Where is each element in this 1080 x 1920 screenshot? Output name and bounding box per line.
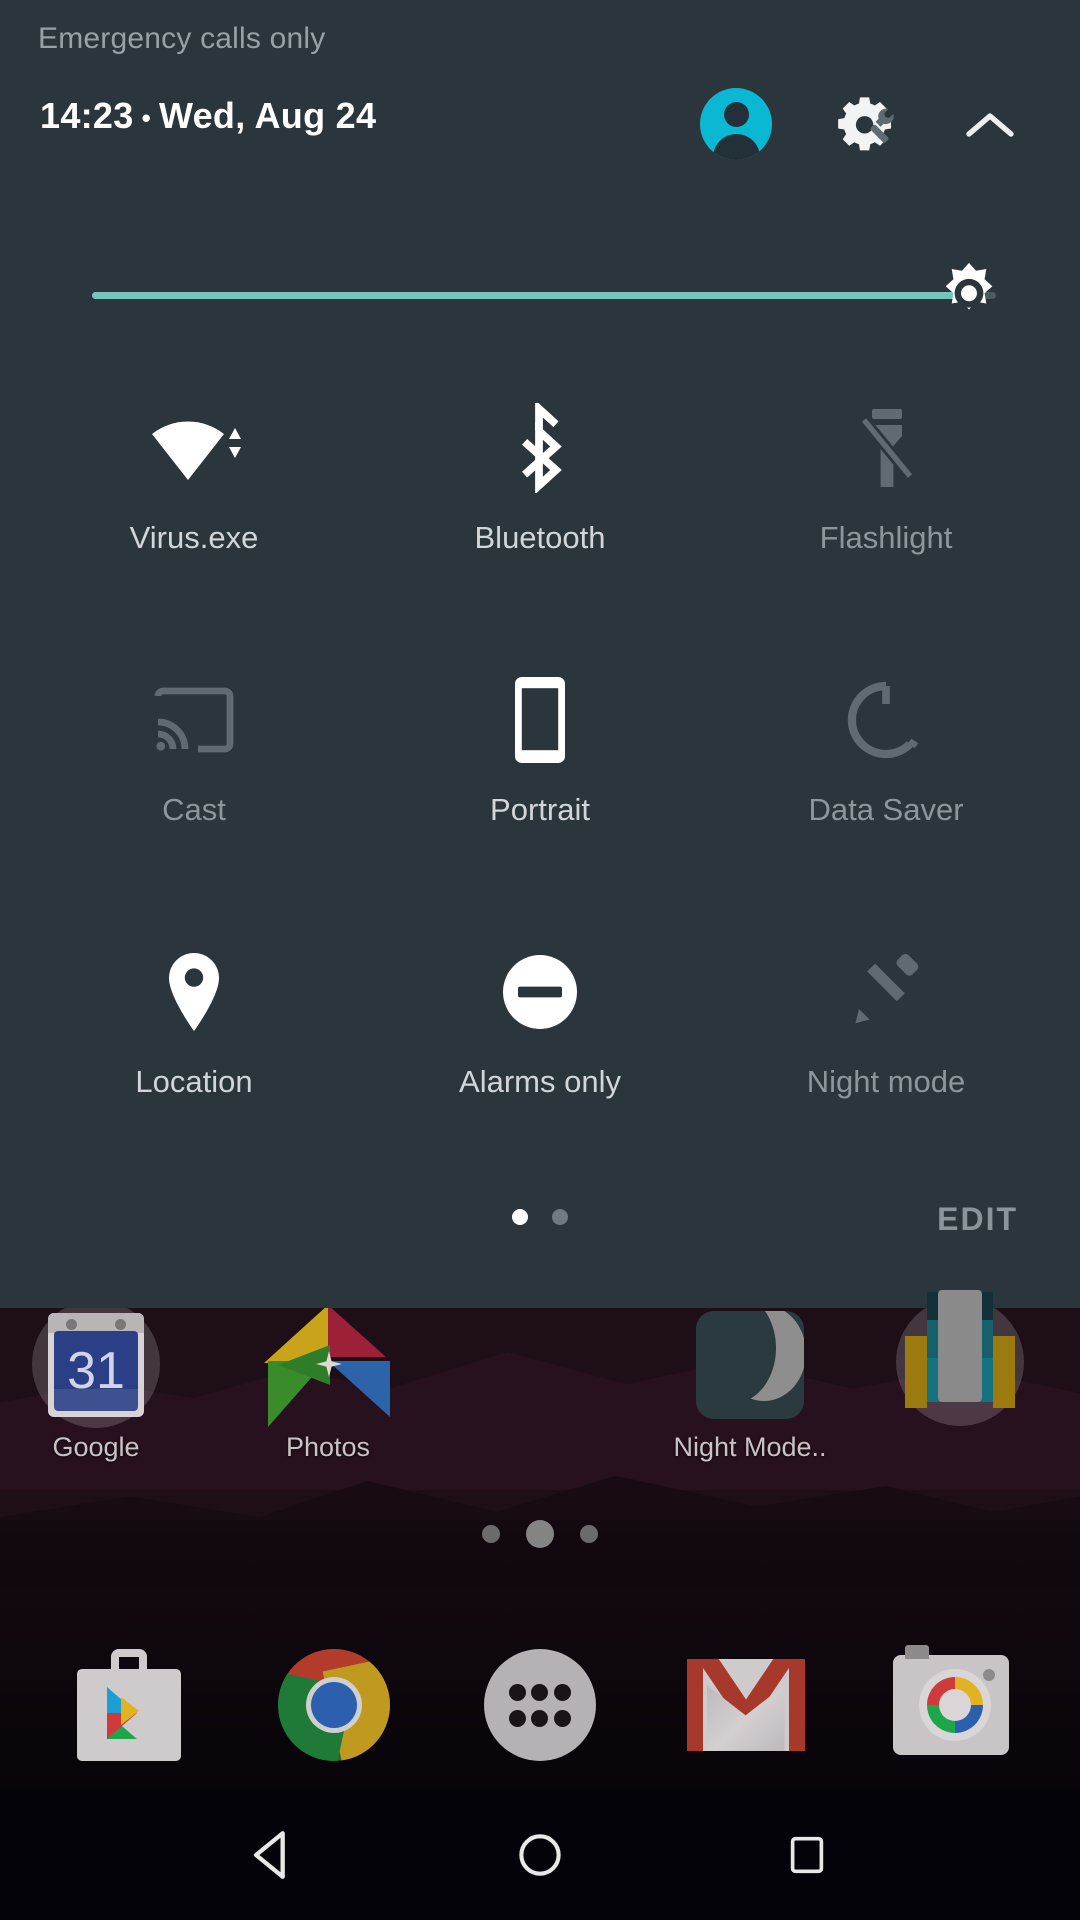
night-mode-moon-icon bbox=[650, 1300, 850, 1430]
app-drawer-icon bbox=[483, 1649, 596, 1761]
home-app-unknown[interactable] bbox=[860, 1290, 1060, 1432]
brightness-fill bbox=[92, 292, 969, 299]
qs-page-dot[interactable] bbox=[552, 1209, 568, 1225]
tile-location[interactable]: Location bbox=[14, 944, 374, 1100]
home-page-dot bbox=[580, 1525, 598, 1543]
tile-label: Bluetooth bbox=[474, 520, 606, 555]
home-page-indicator bbox=[0, 1520, 1080, 1548]
quick-settings-tile-grid: Virus.exe Bluetooth Flashlight Cast Port… bbox=[0, 400, 1080, 1216]
brightness-sun-icon bbox=[945, 262, 993, 310]
home-icon bbox=[519, 1834, 561, 1876]
home-app-label: Night Mode.. bbox=[673, 1432, 827, 1462]
phone-screen: 31 Google Photos Night Mode.. Emergency … bbox=[0, 0, 1080, 1920]
quick-settings-footer: EDIT bbox=[0, 1195, 1080, 1265]
tile-row: Location Alarms only Night mode bbox=[0, 944, 1080, 1216]
home-app-photos[interactable]: Photos bbox=[228, 1300, 428, 1463]
home-app-label: Photos bbox=[285, 1432, 371, 1462]
user-avatar[interactable] bbox=[700, 88, 772, 160]
wifi-icon bbox=[144, 400, 244, 496]
tile-label: Alarms only bbox=[459, 1064, 621, 1099]
tile-bluetooth[interactable]: Bluetooth bbox=[360, 400, 720, 556]
edit-button[interactable]: EDIT bbox=[937, 1201, 1018, 1238]
status-bar-carrier: Emergency calls only bbox=[38, 22, 326, 55]
rotation-portrait-icon bbox=[511, 672, 569, 768]
tile-night-mode[interactable]: Night mode bbox=[706, 944, 1066, 1100]
home-dock bbox=[0, 1620, 1080, 1790]
chrome-icon bbox=[278, 1649, 391, 1761]
play-store-icon bbox=[76, 1649, 181, 1761]
colorful-blocks-icon bbox=[860, 1290, 1060, 1430]
google-calendar-icon: 31 bbox=[0, 1300, 196, 1430]
google-photos-icon bbox=[228, 1300, 428, 1430]
tile-data-saver[interactable]: Data Saver bbox=[706, 672, 1066, 828]
collapse-button[interactable] bbox=[955, 92, 1025, 158]
quick-settings-panel: Emergency calls only 14:23•Wed, Aug 24 bbox=[0, 0, 1080, 1308]
tile-wifi[interactable]: Virus.exe bbox=[14, 400, 374, 556]
tile-rotation[interactable]: Portrait bbox=[360, 672, 720, 828]
flashlight-off-icon bbox=[854, 400, 918, 496]
dock-play-store[interactable] bbox=[63, 1639, 195, 1771]
chevron-up-icon bbox=[966, 113, 1014, 137]
recents-icon bbox=[790, 1836, 823, 1874]
datetime-separator: • bbox=[141, 103, 151, 134]
night-mode-eyedropper-icon bbox=[847, 944, 925, 1040]
home-app-label: Google bbox=[52, 1432, 140, 1462]
qs-page-indicator bbox=[0, 1209, 1080, 1225]
tile-label: Data Saver bbox=[808, 792, 964, 827]
do-not-disturb-icon bbox=[499, 944, 581, 1040]
tile-label: Cast bbox=[162, 792, 226, 827]
brightness-thumb[interactable] bbox=[934, 260, 1004, 330]
dock-camera[interactable] bbox=[885, 1639, 1017, 1771]
tile-label: Portrait bbox=[490, 792, 590, 827]
cast-icon bbox=[150, 672, 238, 768]
datetime-display[interactable]: 14:23 • Wed, Aug 24 bbox=[40, 88, 376, 146]
camera-icon bbox=[893, 1645, 1010, 1755]
home-page-dot bbox=[482, 1525, 500, 1543]
date-text: Wed, Aug 24 bbox=[158, 95, 377, 136]
tile-label: Night mode bbox=[806, 1064, 966, 1099]
navigation-bar bbox=[0, 1790, 1080, 1920]
home-app-google[interactable]: 31 Google bbox=[0, 1300, 196, 1463]
dock-gmail[interactable] bbox=[680, 1639, 812, 1771]
home-page-dot-active bbox=[526, 1520, 554, 1548]
nav-home[interactable] bbox=[485, 1800, 595, 1910]
qs-page-dot-active[interactable] bbox=[512, 1209, 528, 1225]
nav-back[interactable] bbox=[218, 1800, 328, 1910]
home-app-night-mode[interactable]: Night Mode.. bbox=[650, 1300, 850, 1463]
nav-recents[interactable] bbox=[752, 1800, 862, 1910]
data-saver-icon bbox=[845, 672, 927, 768]
tile-row: Cast Portrait Data Saver bbox=[0, 672, 1080, 944]
brightness-slider[interactable] bbox=[0, 258, 1080, 338]
tile-flashlight[interactable]: Flashlight bbox=[706, 400, 1066, 556]
tile-dnd[interactable]: Alarms only bbox=[360, 944, 720, 1100]
clock-time: 14:23 bbox=[40, 95, 134, 136]
tile-row: Virus.exe Bluetooth Flashlight bbox=[0, 400, 1080, 672]
location-pin-icon bbox=[163, 944, 225, 1040]
tile-label: Flashlight bbox=[819, 520, 953, 555]
dock-chrome[interactable] bbox=[268, 1639, 400, 1771]
tile-label: Virus.exe bbox=[129, 520, 259, 555]
tile-label: Location bbox=[135, 1064, 253, 1099]
settings-button[interactable] bbox=[826, 90, 910, 160]
back-icon bbox=[254, 1831, 286, 1879]
bluetooth-icon bbox=[505, 400, 575, 496]
tile-cast[interactable]: Cast bbox=[14, 672, 374, 828]
avatar-body bbox=[713, 134, 760, 160]
dock-app-drawer[interactable] bbox=[474, 1639, 606, 1771]
gmail-icon bbox=[686, 1659, 805, 1751]
quick-settings-header: 14:23 • Wed, Aug 24 bbox=[0, 88, 1080, 178]
avatar-head bbox=[724, 102, 749, 127]
home-app-row: 31 Google Photos Night Mode.. bbox=[0, 1290, 1080, 1500]
